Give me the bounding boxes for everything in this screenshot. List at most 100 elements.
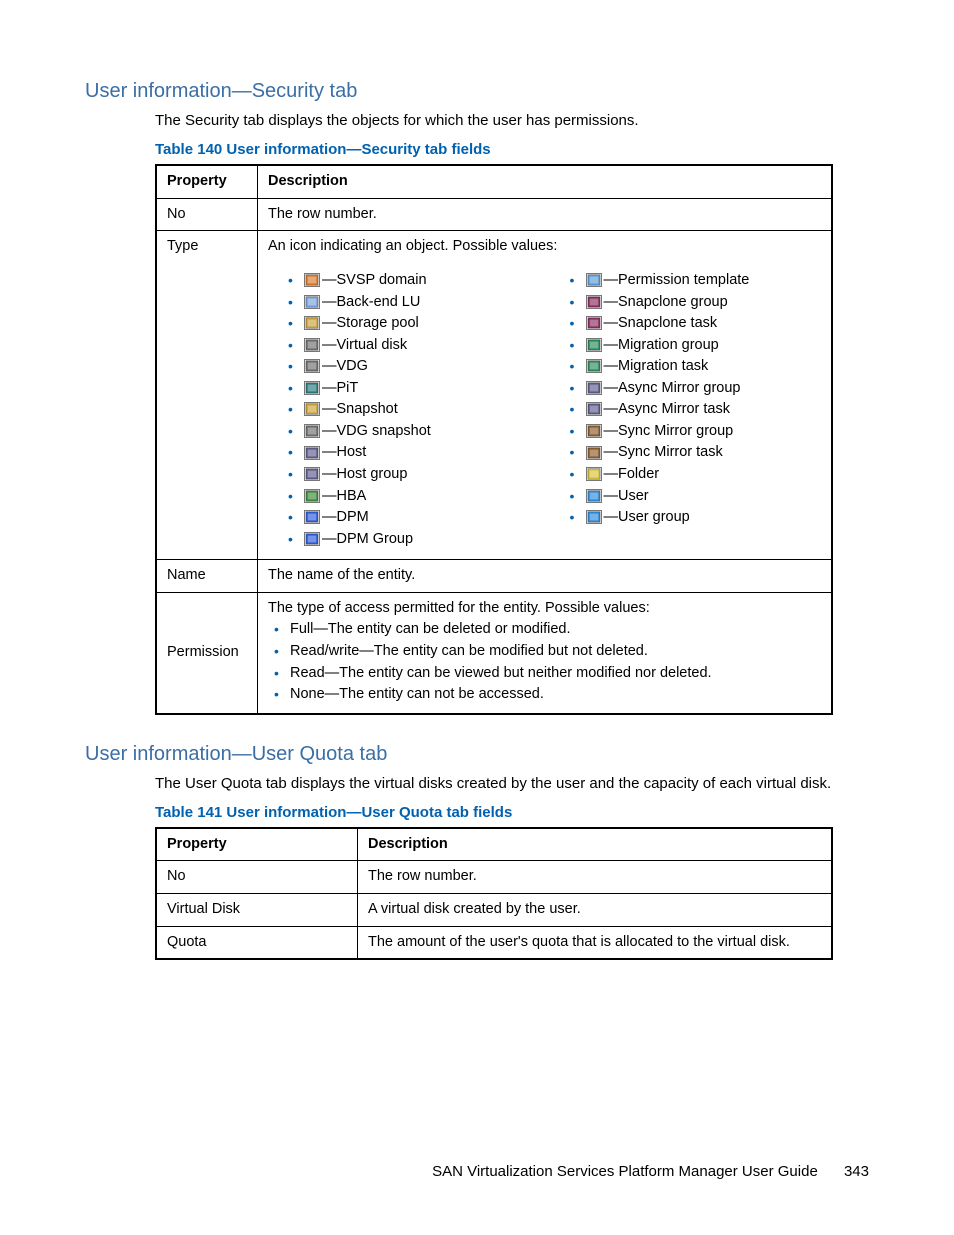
list-item: —SVSP domain [288,271,540,291]
icon-label: —PiT [322,380,358,396]
list-item: —Host [288,443,540,463]
prop-no: No [156,198,258,231]
vdg-icon [304,359,320,373]
vdg-snapshot-icon [304,424,320,438]
icon-label: —Async Mirror task [604,401,731,417]
folder-icon [586,467,602,481]
type-lead: An icon indicating an object. Possible v… [268,238,557,254]
list-item: —User [570,487,822,507]
icon-label: —Permission template [604,272,750,288]
icon-label: —SVSP domain [322,272,427,288]
perm-lead: The type of access permitted for the ent… [268,600,650,616]
page-footer: SAN Virtualization Services Platform Man… [432,1163,869,1180]
domain-icon [304,273,320,287]
desc-permission: The type of access permitted for the ent… [258,592,833,713]
table-row: Permission The type of access permitted … [156,592,832,713]
table-row: NoThe row number. [156,861,832,894]
prop-cell: No [156,861,358,894]
list-item: —DPM [288,508,540,528]
sync-mirror-group-icon [586,424,602,438]
permission-template-icon [586,273,602,287]
table-header-row: Property Description [156,165,832,198]
migration-group-icon [586,338,602,352]
icon-label: —Folder [604,466,660,482]
storage-pool-icon [304,316,320,330]
table-row: Virtual DiskA virtual disk created by th… [156,894,832,927]
icon-label: —Snapclone task [604,315,718,331]
dpm-icon [304,510,320,524]
icon-label: —Async Mirror group [604,380,741,396]
table-row: Type An icon indicating an object. Possi… [156,231,832,560]
prop-cell: Quota [156,926,358,959]
icon-label: —User group [604,509,690,525]
list-item: —Snapclone task [570,314,822,334]
table-row: No The row number. [156,198,832,231]
list-item: —Snapshot [288,400,540,420]
desc-type: An icon indicating an object. Possible v… [258,231,833,560]
table-caption-140: Table 140 User information—Security tab … [155,141,869,158]
section-intro-quota: The User Quota tab displays the virtual … [155,774,869,794]
icon-label: —Migration task [604,358,709,374]
table-141: Property Description NoThe row number.Vi… [155,827,833,960]
icon-label: —VDG snapshot [322,423,431,439]
icon-label: —DPM [322,509,369,525]
table-header-row: Property Description [156,828,832,861]
list-item: —User group [570,508,822,528]
desc-name: The name of the entity. [258,560,833,593]
async-mirror-group-icon [586,381,602,395]
list-item: —Folder [570,465,822,485]
icon-label: —Host group [322,466,407,482]
header-property: Property [156,828,358,861]
list-item: —Migration task [570,357,822,377]
desc-cell: The amount of the user's quota that is a… [358,926,833,959]
footer-title: SAN Virtualization Services Platform Man… [432,1163,818,1180]
type-list-left: —SVSP domain —Back-end LU—Storage pool —Vi… [288,269,540,551]
migration-task-icon [586,359,602,373]
list-item: —Async Mirror task [570,400,822,420]
list-item: —Migration group [570,336,822,356]
list-item: —Virtual disk [288,336,540,356]
virtual-disk-icon [304,338,320,352]
icon-label: —Host [322,444,366,460]
pit-icon [304,381,320,395]
prop-name: Name [156,560,258,593]
list-item: —VDG snapshot [288,422,540,442]
section-heading-quota: User information—User Quota tab [85,743,869,766]
dpm-group-icon [304,532,320,546]
icon-label: —Virtual disk [322,337,407,353]
table-caption-141: Table 141 User information—User Quota ta… [155,804,869,821]
icon-label: —Snapshot [322,401,398,417]
snapclone-group-icon [586,295,602,309]
host-group-icon [304,467,320,481]
section-intro-security: The Security tab displays the objects fo… [155,111,869,131]
list-item: —Snapclone group [570,293,822,313]
header-description: Description [258,165,833,198]
host-icon [304,446,320,460]
icon-label: —HBA [322,488,366,504]
list-item: —DPM Group [288,530,540,550]
list-item: —Storage pool [288,314,540,334]
list-item: —Sync Mirror group [570,422,822,442]
list-item: —VDG [288,357,540,377]
async-mirror-task-icon [586,402,602,416]
list-item: —Host group [288,465,540,485]
header-description: Description [358,828,833,861]
icon-label: —User [604,488,649,504]
icon-label: —DPM Group [322,531,413,547]
list-item: —Sync Mirror task [570,443,822,463]
desc-cell: A virtual disk created by the user. [358,894,833,927]
perm-list: Full—The entity can be deleted or modifi… [274,620,821,704]
prop-permission: Permission [156,592,258,713]
backend-lu-icon [304,295,320,309]
hba-icon [304,489,320,503]
type-list-right: —Permission template —Snapclone group —Sna… [570,269,822,551]
table-row: QuotaThe amount of the user's quota that… [156,926,832,959]
list-item: —HBA [288,487,540,507]
user-icon [586,489,602,503]
list-item: —Back-end LU [288,293,540,313]
user-group-icon [586,510,602,524]
snapshot-icon [304,402,320,416]
list-item: Read/write—The entity can be modified bu… [274,642,821,662]
list-item: —Async Mirror group [570,379,822,399]
desc-no: The row number. [258,198,833,231]
